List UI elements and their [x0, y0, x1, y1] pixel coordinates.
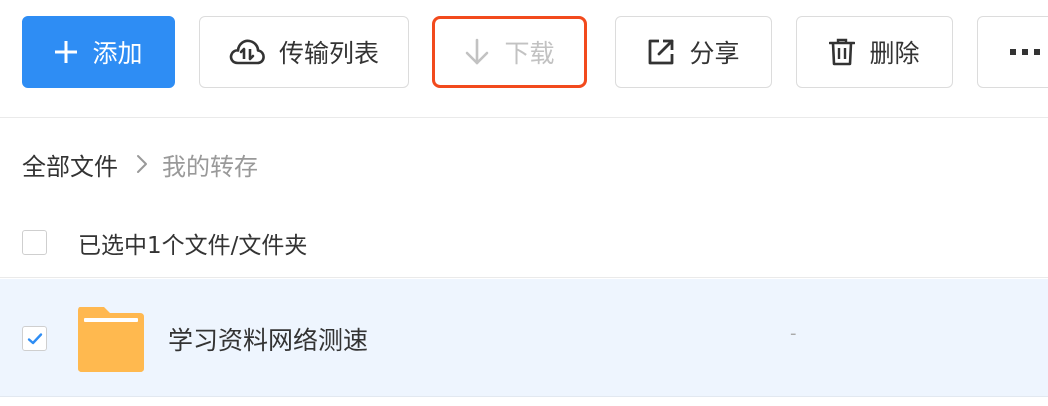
download-label: 下载: [504, 39, 555, 68]
delete-label: 删除: [869, 39, 920, 68]
file-size: -: [790, 323, 797, 344]
chevron-right-icon: [136, 154, 148, 174]
file-row[interactable]: 学习资料网络测速 -: [0, 279, 1048, 397]
cloud-transfer-icon: [229, 39, 265, 65]
select-all-checkbox[interactable]: [22, 230, 47, 255]
file-name[interactable]: 学习资料网络测速: [168, 321, 368, 357]
check-icon: [27, 332, 42, 344]
download-button[interactable]: 下载: [432, 16, 587, 88]
plus-icon: [55, 41, 78, 63]
share-external-icon: [649, 39, 674, 65]
file-row-checkbox[interactable]: [22, 326, 47, 351]
add-button[interactable]: 添加: [22, 16, 175, 88]
breadcrumb-current: 我的转存: [162, 152, 258, 181]
share-button[interactable]: 分享: [615, 16, 772, 88]
transfer-list-button[interactable]: 传输列表: [199, 16, 409, 88]
trash-icon: [829, 38, 856, 66]
breadcrumb: 全部文件 我的转存: [22, 144, 258, 184]
download-arrow-icon: [466, 38, 489, 65]
selection-summary: 已选中1个文件/文件夹: [78, 232, 308, 259]
selection-header: 已选中1个文件/文件夹: [0, 208, 1048, 278]
share-label: 分享: [689, 39, 740, 68]
more-button[interactable]: [977, 16, 1048, 88]
more-dots-icon: [1010, 49, 1040, 55]
delete-button[interactable]: 删除: [796, 16, 953, 88]
transfer-list-label: 传输列表: [278, 39, 379, 68]
add-button-label: 添加: [92, 39, 143, 68]
folder-icon: [76, 305, 146, 377]
breadcrumb-root[interactable]: 全部文件: [22, 147, 118, 182]
toolbar: 添加 传输列表 下载 分享 删除: [0, 0, 1048, 118]
